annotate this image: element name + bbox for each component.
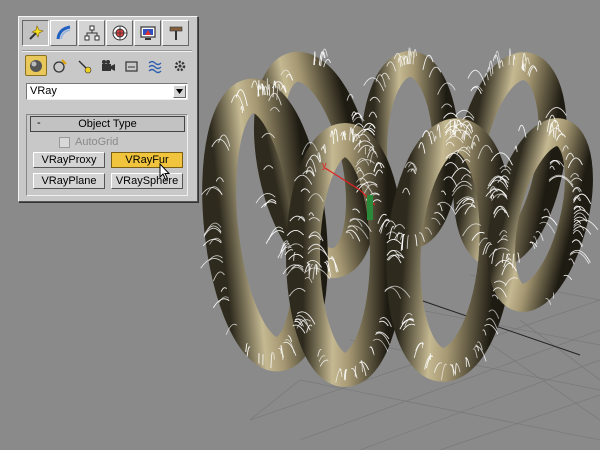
vrayproxy-button[interactable]: VRayProxy <box>33 152 105 168</box>
cameras-icon[interactable] <box>97 55 119 76</box>
object-type-rollout-header[interactable]: - Object Type <box>30 116 185 132</box>
display-tab-icon[interactable] <box>134 20 161 46</box>
systems-icon[interactable] <box>169 55 191 76</box>
category-buttons <box>25 55 191 76</box>
space-warps-icon[interactable] <box>145 55 167 76</box>
create-tab-icon[interactable] <box>22 20 49 46</box>
rollout-title: Object Type <box>78 118 137 130</box>
geometry-icon[interactable] <box>25 55 47 76</box>
vrayplane-button[interactable]: VRayPlane <box>33 173 105 189</box>
category-dropdown[interactable]: VRay <box>26 83 188 100</box>
mouse-cursor-icon <box>159 163 171 181</box>
utilities-tab-icon[interactable] <box>162 20 189 46</box>
command-panel-tabs <box>22 20 189 46</box>
chevron-down-icon[interactable] <box>173 85 186 98</box>
modify-tab-icon[interactable] <box>50 20 77 46</box>
autogrid-label: AutoGrid <box>75 136 119 148</box>
autogrid-checkbox[interactable]: AutoGrid <box>59 136 118 148</box>
shapes-icon[interactable] <box>49 55 71 76</box>
motion-tab-icon[interactable] <box>106 20 133 46</box>
category-dropdown-value: VRay <box>30 85 57 97</box>
helpers-icon[interactable] <box>121 55 143 76</box>
command-panel: VRay - Object Type AutoGrid VRayProxy VR… <box>18 16 198 202</box>
svg-text:y: y <box>322 160 327 170</box>
vrayfur-button[interactable]: VRayFur <box>111 152 183 168</box>
lights-icon[interactable] <box>73 55 95 76</box>
vraysphere-button[interactable]: VRaySphere <box>111 173 183 189</box>
autogrid-checkbox-box[interactable] <box>59 136 70 148</box>
panel-separator <box>22 50 192 52</box>
hierarchy-tab-icon[interactable] <box>78 20 105 46</box>
